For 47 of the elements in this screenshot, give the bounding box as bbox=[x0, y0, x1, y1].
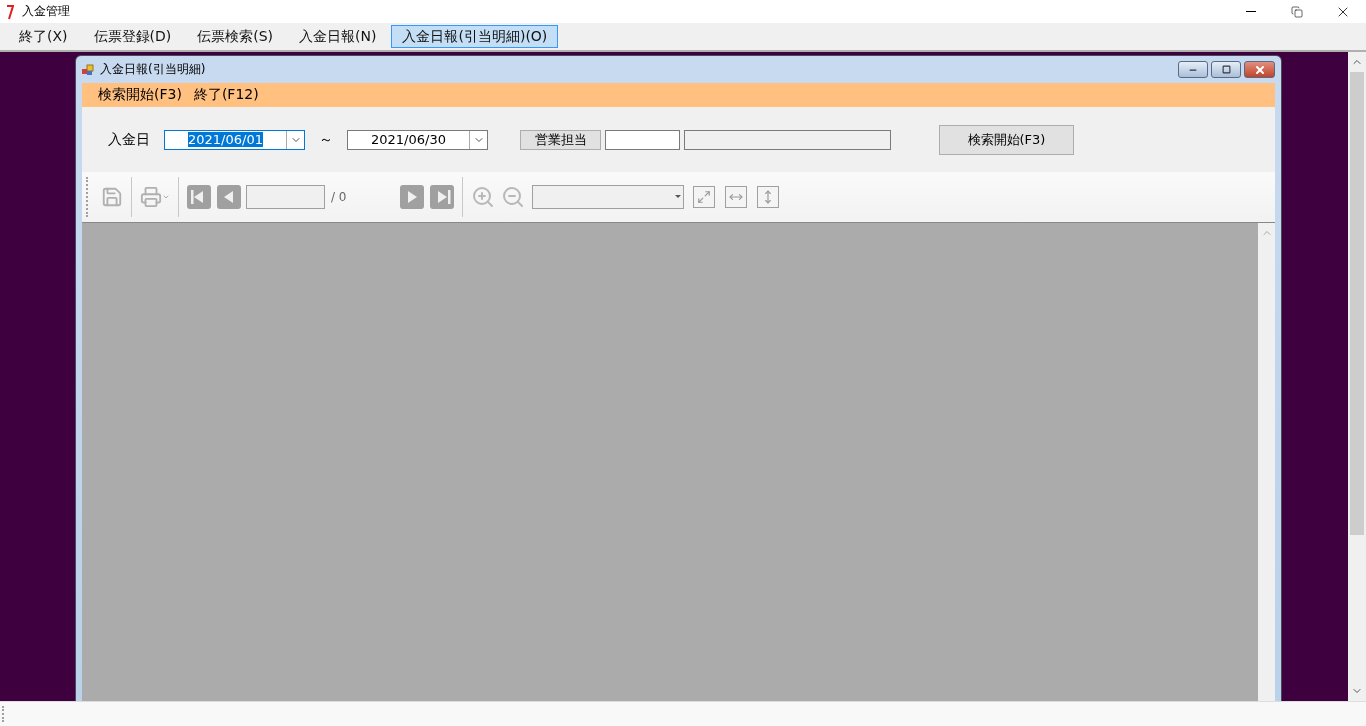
minimize-icon bbox=[1246, 11, 1256, 12]
vertical-scrollbar[interactable] bbox=[1348, 52, 1366, 701]
print-button[interactable] bbox=[140, 186, 170, 208]
page-number-field[interactable] bbox=[246, 185, 325, 209]
vertical-scrollbar[interactable] bbox=[1258, 223, 1275, 701]
fit-height-button[interactable] bbox=[756, 186, 779, 208]
save-button[interactable] bbox=[101, 186, 123, 208]
next-page-button[interactable] bbox=[399, 185, 424, 209]
zoom-in-icon bbox=[470, 185, 495, 209]
child-window-title: 入金日報(引当明細) bbox=[100, 61, 207, 78]
range-separator: ～ bbox=[319, 130, 333, 149]
restore-icon bbox=[1291, 5, 1303, 18]
date-picker[interactable]: 2021/06/01 bbox=[164, 129, 305, 150]
staff-button[interactable]: 営業担当 bbox=[520, 129, 601, 150]
minimize-button[interactable] bbox=[1178, 61, 1208, 78]
fit-page-button[interactable] bbox=[692, 186, 715, 208]
date-picker[interactable]: 2021/06/30 bbox=[347, 129, 488, 150]
fit-width-button[interactable] bbox=[724, 186, 747, 208]
menu-item[interactable]: 終了(F12) bbox=[187, 86, 265, 104]
menu-item[interactable]: 伝票検索(S) bbox=[186, 25, 285, 48]
menu-item[interactable]: 入金日報(N) bbox=[288, 25, 388, 48]
save-icon bbox=[101, 186, 123, 208]
expand-arrows-icon bbox=[696, 190, 711, 204]
staff-code-field[interactable] bbox=[605, 129, 680, 150]
page-total: / 0 bbox=[331, 190, 347, 204]
menu-item[interactable]: 終了(X) bbox=[8, 25, 79, 48]
form-icon bbox=[82, 63, 94, 76]
close-button[interactable] bbox=[1244, 61, 1275, 78]
menu-item[interactable]: 入金日報(引当明細)(O) bbox=[391, 25, 559, 48]
caret-icon bbox=[162, 193, 170, 201]
maximize-button[interactable] bbox=[1211, 61, 1241, 78]
last-page-button[interactable] bbox=[429, 185, 454, 209]
zoom-out-icon bbox=[500, 185, 525, 209]
app-logo-icon bbox=[6, 3, 14, 20]
window-title: 入金管理 bbox=[22, 3, 71, 20]
zoom-out-button[interactable] bbox=[500, 185, 525, 209]
search-button[interactable]: 検索開始(F3) bbox=[939, 124, 1074, 155]
close-icon bbox=[1253, 63, 1266, 76]
menu-item[interactable]: 検索開始(F3) bbox=[92, 86, 188, 104]
date-label: 入金日 bbox=[108, 130, 150, 149]
zoom-dropdown[interactable] bbox=[531, 185, 684, 209]
first-page-button[interactable] bbox=[187, 185, 211, 209]
printer-icon bbox=[140, 186, 162, 208]
zoom-in-button[interactable] bbox=[470, 185, 495, 209]
menu-item[interactable]: 伝票登録(D) bbox=[82, 25, 183, 48]
previous-page-button[interactable] bbox=[217, 185, 241, 209]
maximize-icon bbox=[1221, 65, 1231, 74]
